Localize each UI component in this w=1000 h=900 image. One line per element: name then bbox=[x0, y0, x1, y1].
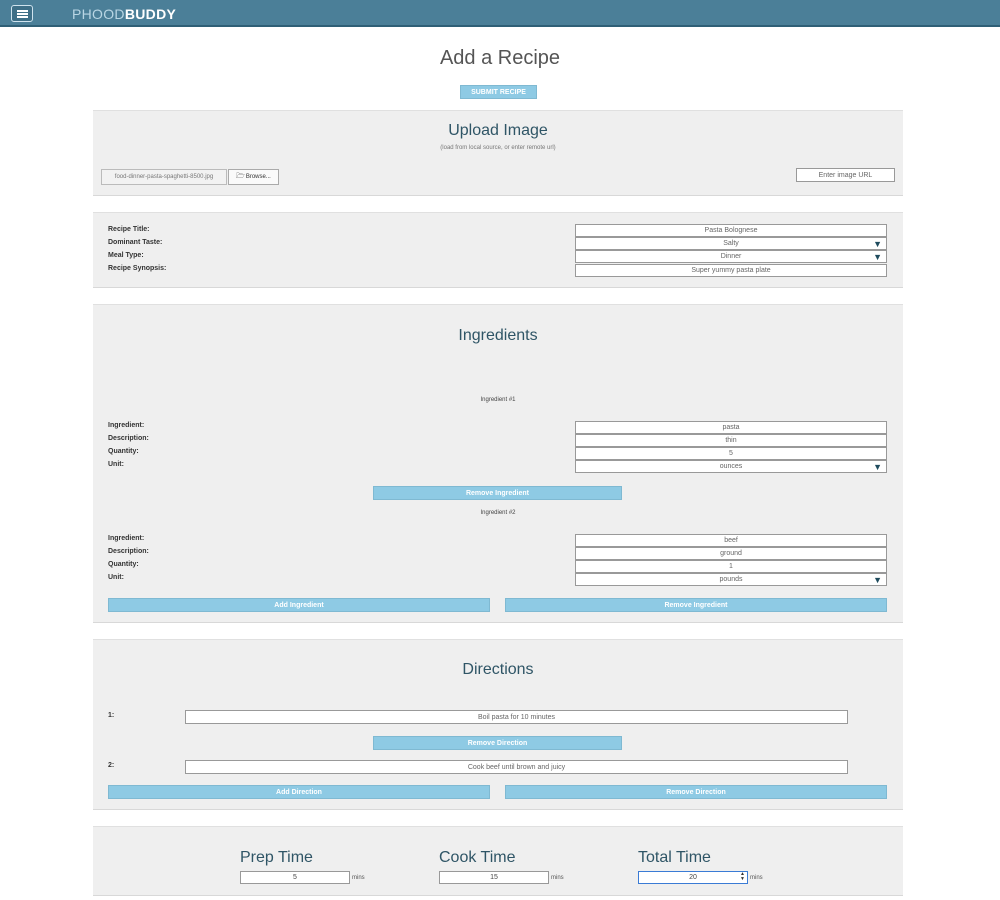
dropdown-arrow-icon: ▼ bbox=[873, 462, 882, 472]
ingredient-1-name-input[interactable]: pasta bbox=[575, 421, 887, 434]
unit-label: Unit: bbox=[108, 461, 124, 468]
remove-direction-button[interactable]: Remove Direction bbox=[505, 785, 887, 799]
upload-image-note: (load from local source, or enter remote… bbox=[440, 145, 556, 151]
ingredient-1-quantity-input[interactable]: 5 bbox=[575, 447, 887, 460]
image-url-input[interactable]: Enter image URL bbox=[796, 168, 895, 182]
prep-time-unit: mins bbox=[352, 875, 365, 881]
dominant-taste-select[interactable]: Salty ▼ bbox=[575, 237, 887, 250]
recipe-title-label: Recipe Title: bbox=[108, 226, 150, 233]
add-direction-button[interactable]: Add Direction bbox=[108, 785, 490, 799]
dropdown-arrow-icon: ▼ bbox=[873, 252, 882, 262]
ingredient-1-unit-select[interactable]: ounces ▼ bbox=[575, 460, 887, 473]
ingredient-1-unit-value: ounces bbox=[719, 463, 743, 470]
recipe-title-input[interactable]: Pasta Bolognese bbox=[575, 224, 887, 237]
ingredient-2-name-input[interactable]: beef bbox=[575, 534, 887, 547]
hamburger-menu-icon[interactable] bbox=[11, 5, 33, 22]
remove-ingredient-button[interactable]: Remove Ingredient bbox=[505, 598, 887, 612]
direction-1-input[interactable]: Boil pasta for 10 minutes bbox=[185, 710, 848, 724]
total-time-label: Total Time bbox=[638, 849, 711, 866]
description-label: Description: bbox=[108, 435, 149, 442]
submit-recipe-button[interactable]: SUBMIT RECIPE bbox=[460, 85, 537, 99]
ingredients-panel: Ingredients Ingredient #1 Ingredient: De… bbox=[93, 304, 903, 623]
upload-image-panel: Upload Image (load from local source, or… bbox=[93, 110, 903, 196]
cook-time-input[interactable]: 15 bbox=[439, 871, 549, 884]
cook-time-unit: mins bbox=[551, 875, 564, 881]
prep-time-input[interactable]: 5 bbox=[240, 871, 350, 884]
direction-1-number: 1: bbox=[108, 712, 115, 719]
description-label: Description: bbox=[108, 548, 149, 555]
ingredient-2-quantity-input[interactable]: 1 bbox=[575, 560, 887, 573]
add-ingredient-button[interactable]: Add Ingredient bbox=[108, 598, 490, 612]
meal-type-select[interactable]: Dinner ▼ bbox=[575, 250, 887, 263]
file-name-field[interactable]: food-dinner-pasta-spaghetti-8500.jpg bbox=[101, 169, 227, 185]
navbar: PHOODBUDDY bbox=[0, 0, 1000, 27]
recipe-synopsis-label: Recipe Synopsis: bbox=[108, 265, 167, 272]
ingredient-2-unit-value: pounds bbox=[719, 576, 743, 583]
direction-2-input[interactable]: Cook beef until brown and juicy bbox=[185, 760, 848, 774]
dominant-taste-label: Dominant Taste: bbox=[108, 239, 163, 246]
brand-logo[interactable]: PHOODBUDDY bbox=[72, 6, 176, 22]
ingredient-label: Ingredient: bbox=[108, 535, 145, 542]
recipe-synopsis-input[interactable]: Super yummy pasta plate bbox=[575, 264, 887, 277]
recipe-details-panel: Recipe Title: Dominant Taste: Meal Type:… bbox=[93, 212, 903, 288]
meal-type-value: Dinner bbox=[720, 253, 742, 260]
directions-title: Directions bbox=[462, 661, 534, 678]
quantity-label: Quantity: bbox=[108, 448, 139, 455]
cook-time-label: Cook Time bbox=[439, 849, 516, 866]
dominant-taste-value: Salty bbox=[723, 240, 739, 247]
remove-direction-button[interactable]: Remove Direction bbox=[373, 736, 622, 750]
prep-time-label: Prep Time bbox=[240, 849, 313, 866]
ingredient-2-description-input[interactable]: ground bbox=[575, 547, 887, 560]
ingredient-1-heading: Ingredient #1 bbox=[480, 397, 516, 403]
upload-image-title: Upload Image bbox=[448, 122, 548, 139]
brand-light-text: PHOOD bbox=[72, 6, 125, 22]
page-title: Add a Recipe bbox=[439, 47, 561, 69]
ingredient-label: Ingredient: bbox=[108, 422, 145, 429]
dropdown-arrow-icon: ▼ bbox=[873, 239, 882, 249]
meal-type-label: Meal Type: bbox=[108, 252, 144, 259]
ingredient-2-unit-select[interactable]: pounds ▼ bbox=[575, 573, 887, 586]
brand-bold-text: BUDDY bbox=[124, 6, 177, 22]
spinner-arrows-icon[interactable]: ▲ ▼ bbox=[740, 872, 745, 882]
direction-2-number: 2: bbox=[108, 762, 115, 769]
total-time-value: 20 bbox=[689, 874, 697, 881]
unit-label: Unit: bbox=[108, 574, 124, 581]
ingredient-2-heading: Ingredient #2 bbox=[480, 510, 516, 516]
folder-icon: 🗁 bbox=[236, 172, 245, 180]
dropdown-arrow-icon: ▼ bbox=[873, 575, 882, 585]
directions-panel: Directions 1: Boil pasta for 10 minutes … bbox=[93, 639, 903, 810]
ingredients-title: Ingredients bbox=[458, 327, 538, 344]
browse-button[interactable]: 🗁 Browse... bbox=[228, 169, 279, 185]
ingredient-1-description-input[interactable]: thin bbox=[575, 434, 887, 447]
times-panel: Prep Time 5 mins Cook Time 15 mins Total… bbox=[93, 826, 903, 896]
remove-ingredient-button[interactable]: Remove Ingredient bbox=[373, 486, 622, 500]
quantity-label: Quantity: bbox=[108, 561, 139, 568]
total-time-input[interactable]: 20 ▲ ▼ bbox=[638, 871, 748, 884]
browse-label: Browse... bbox=[245, 174, 271, 180]
total-time-unit: mins bbox=[750, 875, 763, 881]
